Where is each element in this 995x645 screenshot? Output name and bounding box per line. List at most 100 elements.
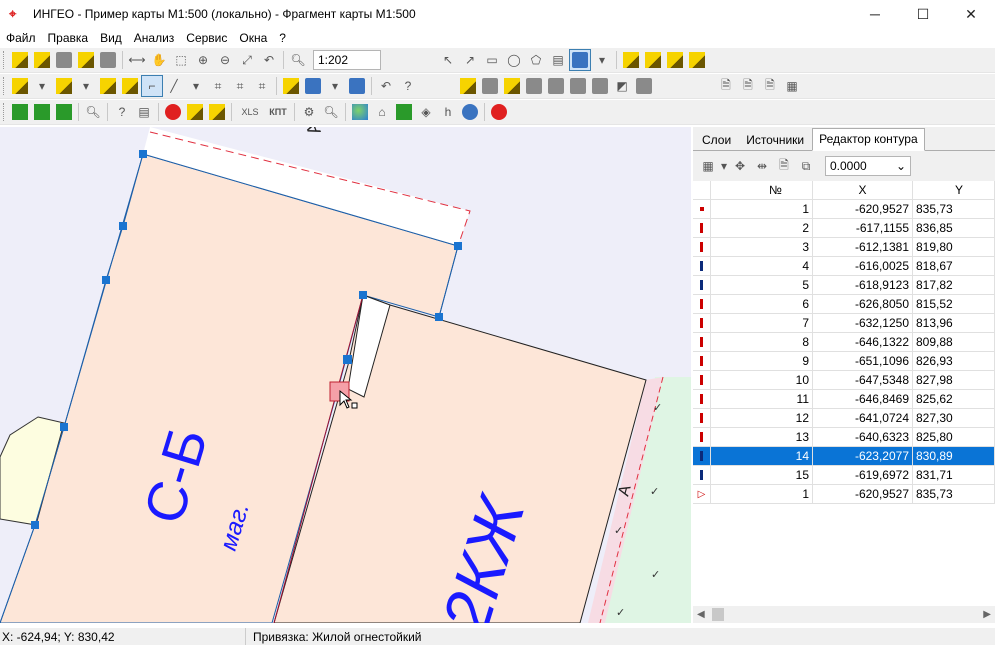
layers-button[interactable] (53, 49, 75, 71)
cell-number[interactable]: 11 (711, 390, 813, 408)
table-row[interactable]: 11 -646,8469 825,62 (693, 390, 995, 409)
select-circle-button[interactable]: ◯ (503, 49, 525, 71)
cell-y[interactable]: 836,85 (913, 219, 995, 237)
scale-input[interactable]: 1:202 (313, 50, 381, 70)
cell-number[interactable]: 9 (711, 352, 813, 370)
cell-x[interactable]: -620,9527 (813, 200, 913, 218)
ops-4-button[interactable] (589, 75, 611, 97)
tool-b-button[interactable] (206, 101, 228, 123)
report-button[interactable]: ▤ (133, 101, 155, 123)
column-number[interactable]: № (711, 181, 813, 199)
cell-number[interactable]: 7 (711, 314, 813, 332)
cell-x[interactable]: -626,8050 (813, 295, 913, 313)
cell-x[interactable]: -640,6323 (813, 428, 913, 446)
menu-edit[interactable]: Правка (42, 31, 95, 45)
cell-number[interactable]: 6 (711, 295, 813, 313)
cell-x[interactable]: -617,1155 (813, 219, 913, 237)
navigate-button[interactable]: ◈ (415, 101, 437, 123)
edit-object-dropdown[interactable]: ▾ (75, 75, 97, 97)
new-object-dropdown[interactable]: ▾ (31, 75, 53, 97)
query-button[interactable]: ? (111, 101, 133, 123)
cell-x[interactable]: -618,9123 (813, 276, 913, 294)
snap-2-button[interactable] (479, 75, 501, 97)
select-poly-button[interactable]: ⬠ (525, 49, 547, 71)
tab-contour-editor[interactable]: Редактор контура (812, 128, 925, 151)
height-button[interactable]: h (437, 101, 459, 123)
cell-y[interactable]: 827,98 (913, 371, 995, 389)
cell-y[interactable]: 809,88 (913, 333, 995, 351)
table-dropdown[interactable]: ▾ (324, 75, 346, 97)
ops-3-button[interactable] (567, 75, 589, 97)
tool-e-button[interactable] (393, 101, 415, 123)
select-arrow-button[interactable]: ↖ (437, 49, 459, 71)
map-canvas[interactable]: С-Б маг. 2КЖ А А ✓ ✓ ✓ ✓ ✓ (0, 127, 691, 623)
route-1-button[interactable] (9, 101, 31, 123)
table-row[interactable]: 9 -651,1096 826,93 (693, 352, 995, 371)
snap-3-button[interactable] (501, 75, 523, 97)
move-vertex-button[interactable]: ⇹ (751, 155, 773, 177)
node-tool-2-button[interactable]: ⌗ (229, 75, 251, 97)
doc-button[interactable]: 🗎 (773, 155, 795, 177)
column-y[interactable]: Y (913, 181, 995, 199)
cell-number[interactable]: 5 (711, 276, 813, 294)
style-dropdown[interactable]: ▾ (591, 49, 613, 71)
cell-number[interactable]: 1 (711, 200, 813, 218)
cell-number[interactable]: 10 (711, 371, 813, 389)
table-row[interactable]: 14 -623,2077 830,89 (693, 447, 995, 466)
map-svg[interactable]: С-Б маг. 2КЖ А А ✓ ✓ ✓ ✓ ✓ (0, 127, 691, 623)
vertex-tool-1-button[interactable] (620, 49, 642, 71)
forbid-button[interactable] (162, 101, 184, 123)
cell-y[interactable]: 835,73 (913, 485, 995, 503)
doc-4-button[interactable]: ▦ (781, 75, 803, 97)
cell-y[interactable]: 826,93 (913, 352, 995, 370)
undo-button[interactable]: ↶ (375, 75, 397, 97)
menu-analysis[interactable]: Анализ (128, 31, 181, 45)
tab-sources[interactable]: Источники (739, 129, 811, 150)
cell-number[interactable]: 3 (711, 238, 813, 256)
cell-x[interactable]: -632,1250 (813, 314, 913, 332)
cell-y[interactable]: 819,80 (913, 238, 995, 256)
select-object-button[interactable]: ↗ (459, 49, 481, 71)
ops-2-button[interactable] (545, 75, 567, 97)
cell-x[interactable]: -647,5348 (813, 371, 913, 389)
print-button[interactable] (97, 49, 119, 71)
toolbar-grip[interactable] (3, 51, 6, 69)
toolbar-grip[interactable] (3, 77, 6, 95)
table-row[interactable]: 2 -617,1155 836,85 (693, 219, 995, 238)
copy-button[interactable]: ⧉ (795, 155, 817, 177)
table-row[interactable]: 12 -641,0724 827,30 (693, 409, 995, 428)
zoom-prev-button[interactable]: ↶ (258, 49, 280, 71)
menu-service[interactable]: Сервис (180, 31, 233, 45)
table-row[interactable]: 3 -612,1381 819,80 (693, 238, 995, 257)
grid-dropdown[interactable]: ▾ (719, 155, 729, 177)
tab-layers[interactable]: Слои (695, 129, 738, 150)
cell-y[interactable]: 813,96 (913, 314, 995, 332)
table-row[interactable]: 5 -618,9123 817,82 (693, 276, 995, 295)
cell-x[interactable]: -646,1322 (813, 333, 913, 351)
cell-y[interactable]: 835,73 (913, 200, 995, 218)
menu-file[interactable]: Файл (0, 31, 42, 45)
cell-x[interactable]: -651,1096 (813, 352, 913, 370)
select-layer-button[interactable]: ▤ (547, 49, 569, 71)
cell-number[interactable]: 12 (711, 409, 813, 427)
cell-number[interactable]: 8 (711, 333, 813, 351)
vertex-tool-3-button[interactable] (664, 49, 686, 71)
properties-button[interactable] (346, 75, 368, 97)
cell-y[interactable]: 830,89 (913, 447, 995, 465)
cell-y[interactable]: 815,52 (913, 295, 995, 313)
draw-line-button[interactable]: ╱ (163, 75, 185, 97)
route-2-button[interactable] (31, 101, 53, 123)
cell-number[interactable]: 15 (711, 466, 813, 484)
new-map-button[interactable] (9, 49, 31, 71)
cell-number[interactable]: 2 (711, 219, 813, 237)
merge-button[interactable] (97, 75, 119, 97)
tool-a-button[interactable] (184, 101, 206, 123)
cell-y[interactable]: 825,80 (913, 428, 995, 446)
zoom-scale-button[interactable]: 🔍︎ (287, 49, 309, 71)
open-map-button[interactable] (31, 49, 53, 71)
ops-1-button[interactable] (523, 75, 545, 97)
cell-x[interactable]: -620,9527 (813, 485, 913, 503)
table-row[interactable]: ▷ 1 -620,9527 835,73 (693, 485, 995, 504)
cell-y[interactable]: 818,67 (913, 257, 995, 275)
cell-x[interactable]: -623,2077 (813, 447, 913, 465)
